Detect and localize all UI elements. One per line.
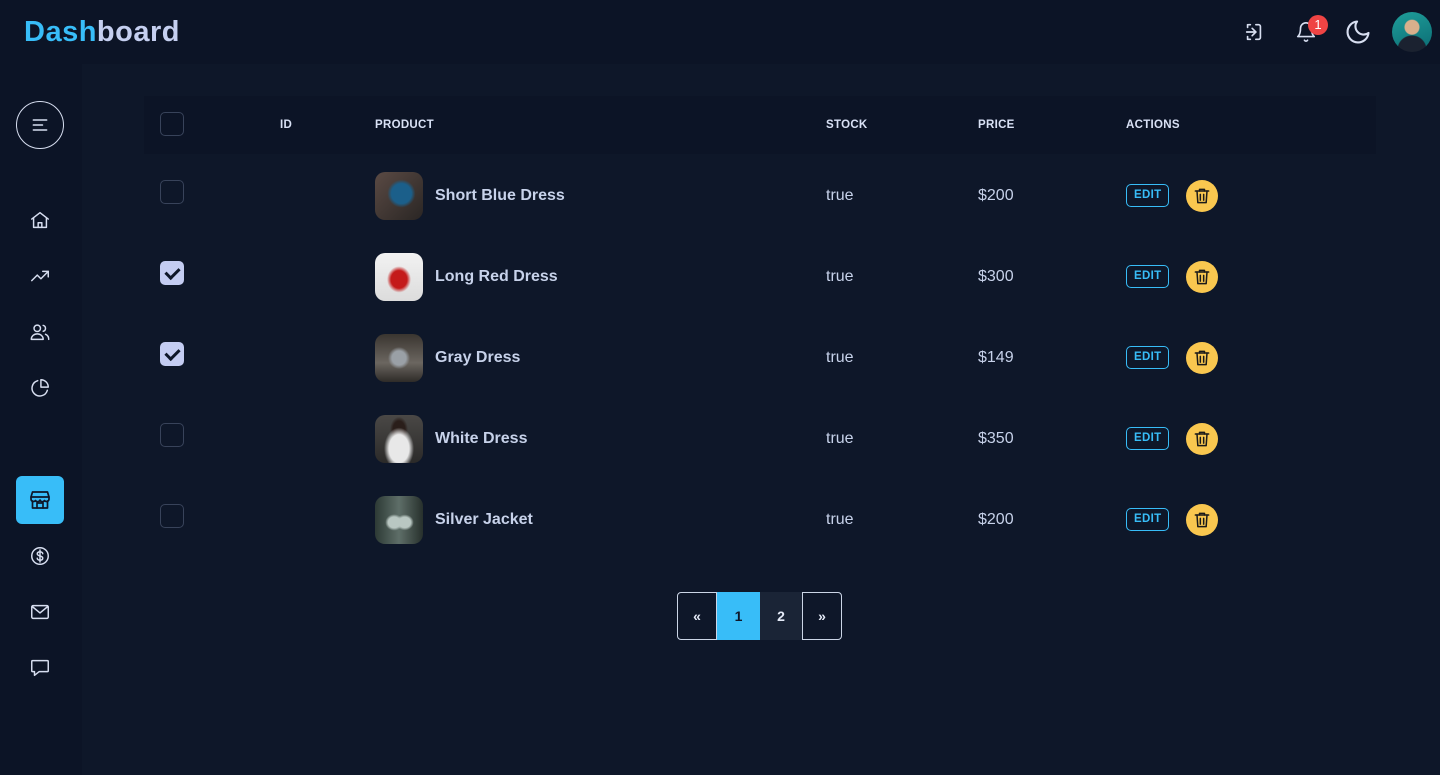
table-row: Gray Dress true $149 EDIT [144,316,1376,397]
price-value: $200 [978,511,1014,528]
users-icon [30,324,50,341]
trash-icon [1194,350,1210,366]
product-thumbnail [375,415,423,463]
product-thumbnail [375,496,423,544]
header-actions: 1 [1228,6,1432,58]
product-name: Silver Jacket [435,511,533,528]
chat-icon [31,659,49,677]
dollar-icon [31,547,49,565]
moon-icon [1346,20,1370,44]
row-checkbox[interactable] [160,423,184,447]
table-row: White Dress true $350 EDIT [144,397,1376,478]
sidebar-item-users[interactable] [16,308,64,356]
stock-value: true [826,511,854,528]
notifications-button[interactable]: 1 [1280,6,1332,58]
sidebar-item-mail[interactable] [16,588,64,636]
product-name: Short Blue Dress [435,187,565,204]
price-value: $350 [978,430,1014,447]
pagination-page-2[interactable]: 2 [760,592,802,640]
column-header-actions: ACTIONS [1126,119,1180,131]
sidebar [0,64,82,775]
sidebar-item-store[interactable] [16,476,64,524]
column-header-id: ID [280,119,293,131]
table-row: Silver Jacket true $200 EDIT [144,478,1376,559]
stock-value: true [826,430,854,447]
store-icon [30,491,50,509]
products-table: ID PRODUCT STOCK PRICE ACTIONS Short Blu… [144,96,1376,559]
trash-icon [1194,431,1210,447]
select-all-checkbox[interactable] [160,112,184,136]
product-thumbnail [375,334,423,382]
pagination: « 1 2 » [677,592,842,640]
edit-button[interactable]: EDIT [1126,508,1170,531]
price-value: $200 [978,187,1014,204]
logout-button[interactable] [1228,6,1280,58]
sidebar-item-chat[interactable] [16,644,64,692]
delete-button[interactable] [1186,423,1218,455]
product-thumbnail [375,172,423,220]
product-thumbnail [375,253,423,301]
product-name: Long Red Dress [435,268,558,285]
product-name: Gray Dress [435,349,521,366]
row-checkbox[interactable] [160,180,184,204]
app-logo[interactable]: Dashboard [24,16,180,49]
sidebar-item-finance[interactable] [16,532,64,580]
table-row: Long Red Dress true $300 EDIT [144,235,1376,316]
edit-button[interactable]: EDIT [1126,265,1170,288]
trash-icon [1194,512,1210,528]
delete-button[interactable] [1186,261,1218,293]
stock-value: true [826,187,854,204]
menu-toggle-button[interactable] [16,101,64,149]
sidebar-item-reports[interactable] [16,364,64,412]
theme-toggle-button[interactable] [1332,6,1384,58]
row-checkbox[interactable] [160,342,184,366]
trash-icon [1194,188,1210,204]
edit-button[interactable]: EDIT [1126,346,1170,369]
logo-part-board: board [96,15,180,48]
stock-value: true [826,349,854,366]
sidebar-item-home[interactable] [16,196,64,244]
table-row: Short Blue Dress true $200 EDIT [144,154,1376,235]
pagination-prev-button[interactable]: « [677,592,717,640]
notification-badge: 1 [1308,15,1328,35]
product-name: White Dress [435,430,528,447]
pagination-page-1[interactable]: 1 [717,592,760,640]
delete-button[interactable] [1186,342,1218,374]
trash-icon [1194,269,1210,285]
menu-icon [32,119,48,131]
mail-icon [31,604,49,620]
pie-chart-icon [31,379,49,397]
top-header: Dashboard 1 [0,0,1440,64]
logo-part-dash: Dash [24,15,97,48]
column-header-stock: STOCK [826,119,868,131]
user-avatar[interactable] [1392,12,1432,52]
home-icon [31,211,49,229]
sidebar-item-analytics[interactable] [16,252,64,300]
stock-value: true [826,268,854,285]
price-value: $300 [978,268,1014,285]
row-checkbox[interactable] [160,261,184,285]
pagination-next-button[interactable]: » [802,592,842,640]
price-value: $149 [978,349,1014,366]
edit-button[interactable]: EDIT [1126,427,1170,450]
delete-button[interactable] [1186,504,1218,536]
column-header-price: PRICE [978,119,1015,131]
row-checkbox[interactable] [160,504,184,528]
delete-button[interactable] [1186,180,1218,212]
column-header-product: PRODUCT [375,119,434,131]
trending-up-icon [31,270,49,282]
edit-button[interactable]: EDIT [1126,184,1170,207]
table-header: ID PRODUCT STOCK PRICE ACTIONS [144,96,1376,154]
logout-icon [1245,23,1262,41]
